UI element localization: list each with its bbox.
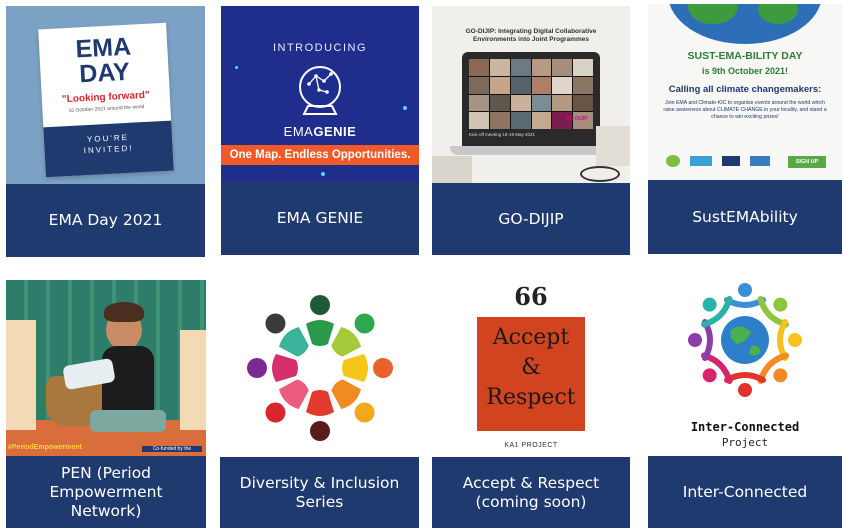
- sust-date: is 9th October 2021!: [701, 66, 789, 76]
- sustemability-poster-image: SUST-EMA-BILITY DAY is 9th October 2021!…: [648, 4, 842, 180]
- card-caption: SustEMAbility: [648, 180, 842, 254]
- respect-word: Respect: [486, 385, 576, 410]
- diversity-people-circle-icon: [247, 295, 393, 441]
- card-caption: Accept & Respect (coming soon): [432, 457, 630, 528]
- ampersand-word: &: [521, 355, 541, 380]
- ka1-project-label: KA1 PROJECT: [504, 442, 558, 449]
- genie-brand-ema: EMA: [283, 124, 314, 139]
- inter-connected-title: Inter-Connected: [690, 420, 800, 434]
- ema-genie-poster-image: INTRODUCING EMAGENIE One Map. Endless Op…: [221, 6, 419, 182]
- ema-day-poster-image: EMA DAY "Looking forward" 16 October 202…: [6, 6, 205, 184]
- sust-body: Join EMA and Climate-KIC to organise eve…: [663, 100, 827, 120]
- go-dijip-footer: Kick-off meeting 18-19 May 2021: [469, 132, 535, 137]
- inter-connected-logo-image: Inter-Connected Project: [648, 280, 842, 456]
- ema-day-title-2: DAY: [78, 57, 131, 89]
- go-dijip-heading: GO-DIJIP: Integrating Digital Collaborat…: [465, 28, 597, 43]
- accept-respect-poster-image: 66 Accept & Respect KA1 PROJECT: [432, 280, 630, 457]
- genie-banner: One Map. Endless Opportunities.: [221, 145, 419, 165]
- sust-arc-title: SUST-EMA-BILITY DAY: [687, 50, 803, 62]
- pen-hashtag: #PeriodEmpowerment: [8, 444, 82, 451]
- accept-word: Accept: [492, 325, 570, 350]
- card-caption: GO-DIJIP: [432, 183, 630, 255]
- go-dijip-poster-image: GO-DIJIP: Integrating Digital Collaborat…: [432, 6, 630, 183]
- card-caption: Inter-Connected: [648, 456, 842, 528]
- genie-brand-genie: GENIE: [313, 124, 357, 139]
- connected-people-globe-icon: [688, 283, 802, 397]
- project-card-go-dijip[interactable]: GO-DIJIP: Integrating Digital Collaborat…: [432, 6, 630, 255]
- sign-up-button[interactable]: SIGN UP: [788, 156, 826, 168]
- pen-cofunded: Co-funded by the: [142, 446, 202, 452]
- project-card-ema-day[interactable]: EMA DAY "Looking forward" 16 October 202…: [6, 6, 205, 257]
- card-caption: EMA Day 2021: [6, 184, 205, 257]
- card-caption: PEN (Period Empowerment Network): [6, 456, 206, 528]
- pen-poster-image: #PeriodEmpowerment Co-funded by the: [6, 280, 206, 456]
- project-card-inter-connected[interactable]: Inter-Connected Project Inter-Connected: [648, 280, 842, 528]
- sust-partner-logos: [666, 154, 776, 168]
- earth-globe-image: [668, 4, 822, 44]
- inter-connected-subtitle: Project: [721, 436, 769, 449]
- project-card-accept-respect[interactable]: 66 Accept & Respect KA1 PROJECT Accept &…: [432, 280, 630, 528]
- crystal-ball-icon: [299, 66, 341, 115]
- sust-headline: Calling all climate changemakers:: [668, 84, 822, 95]
- go-dijip-laptop-logo: GO DIJIP: [566, 116, 588, 122]
- project-card-pen[interactable]: #PeriodEmpowerment Co-funded by the PEN …: [6, 280, 206, 528]
- card-caption: Diversity & Inclusion Series: [220, 457, 419, 528]
- card-caption: EMA GENIE: [221, 182, 419, 255]
- project-card-diversity-inclusion[interactable]: Diversity & Inclusion Series: [220, 280, 419, 528]
- project-card-sustemability[interactable]: SUST-EMA-BILITY DAY is 9th October 2021!…: [648, 4, 842, 254]
- diversity-inclusion-logo-image: [220, 280, 419, 457]
- quote-mark-icon: 66: [514, 282, 548, 311]
- genie-intro-text: INTRODUCING: [272, 42, 368, 54]
- project-card-ema-genie[interactable]: INTRODUCING EMAGENIE One Map. Endless Op…: [221, 6, 419, 255]
